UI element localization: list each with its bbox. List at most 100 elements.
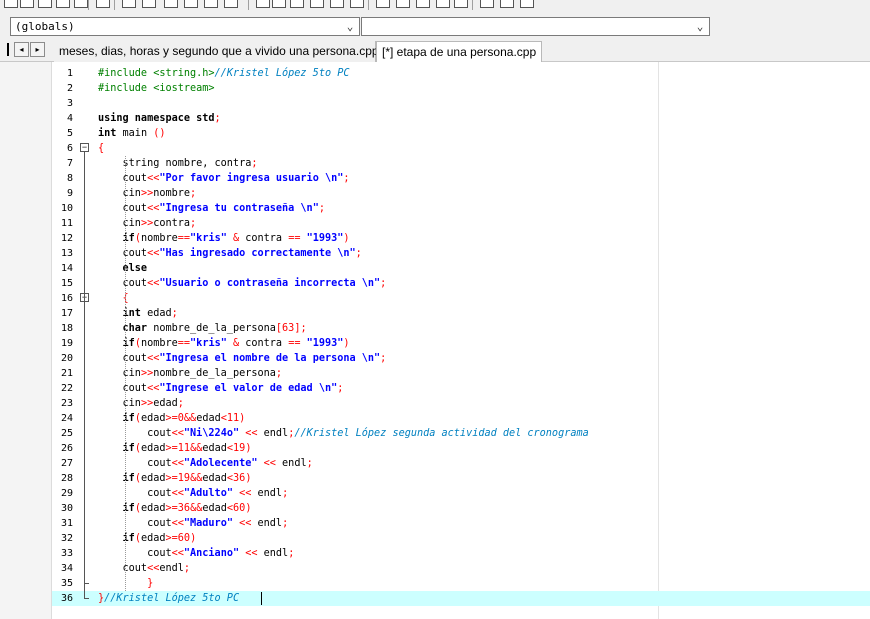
code-token: edad — [196, 413, 221, 424]
new-class-icon[interactable] — [396, 0, 410, 8]
code-line[interactable]: 8 cout<<"Por favor ingresa usuario \n"; — [52, 171, 870, 186]
rebuild-icon[interactable] — [310, 0, 324, 8]
code-token: ; — [306, 458, 313, 469]
code-token: && — [190, 473, 203, 484]
project-browser-panel[interactable] — [0, 62, 52, 619]
code-text: cin>>contra; — [98, 216, 197, 231]
code-token: ; — [190, 218, 197, 229]
code-token: "Anciano" — [183, 548, 240, 559]
code-token: endl — [257, 518, 283, 529]
tab-scroll-left-button[interactable]: ◂ — [14, 42, 29, 57]
replace-icon[interactable] — [184, 0, 198, 8]
code-token: int — [98, 128, 117, 139]
chart-icon[interactable] — [436, 0, 450, 8]
tab-meses-dias-horas[interactable]: meses, dias, horas y segundo que a vivid… — [54, 41, 379, 62]
code-token: cout — [98, 488, 172, 499]
delete-icon[interactable] — [454, 0, 468, 8]
project-icon[interactable] — [500, 0, 514, 8]
code-text: cout<<"Ingresa el nombre de la persona \… — [98, 351, 387, 366]
chevron-down-icon[interactable]: ⌄ — [693, 18, 707, 35]
class-icon[interactable] — [376, 0, 390, 8]
code-text: if(nombre=="kris" & contra == "1993") — [98, 231, 350, 246]
code-line[interactable]: 20 cout<<"Ingresa el nombre de la person… — [52, 351, 870, 366]
code-line[interactable]: 1 #include <string.h>//Kristel López 5to … — [52, 66, 870, 81]
undo-icon[interactable] — [122, 0, 136, 8]
chevron-down-icon[interactable]: ⌄ — [343, 18, 357, 35]
code-line[interactable]: 10 cout<<"Ingresa tu contraseña \n"; — [52, 201, 870, 216]
code-line[interactable]: 34 cout<<endl; — [52, 561, 870, 576]
tab-scroll-right-button[interactable]: ▸ — [30, 42, 45, 57]
code-line[interactable]: 26 if(edad>=11&&edad<19) — [52, 441, 870, 456]
goto-icon[interactable] — [224, 0, 238, 8]
code-token: edad — [202, 443, 227, 454]
code-line[interactable]: 9 cin>>nombre; — [52, 186, 870, 201]
code-line[interactable]: 35 } — [52, 576, 870, 591]
new-file-icon[interactable] — [4, 0, 18, 8]
help-icon[interactable] — [520, 0, 534, 8]
code-line[interactable]: 23 cin>>edad; — [52, 396, 870, 411]
code-token: ; — [318, 203, 325, 214]
line-number: 11 — [60, 218, 73, 229]
line-number: 1 — [66, 68, 73, 79]
code-line[interactable]: 16 {− — [52, 291, 870, 306]
code-token: edad — [140, 413, 166, 424]
code-text: cout<<"Usuario o contraseña incorrecta \… — [98, 276, 387, 291]
members-combo[interactable]: ⌄ — [361, 17, 710, 36]
save-all-icon[interactable] — [56, 0, 70, 8]
compile-icon[interactable] — [256, 0, 270, 8]
run-icon[interactable] — [272, 0, 286, 8]
code-line[interactable]: 29 cout<<"Adulto" << endl; — [52, 486, 870, 501]
stop-icon[interactable] — [350, 0, 364, 8]
code-line[interactable]: 12 if(nombre=="kris" & contra == "1993") — [52, 231, 870, 246]
line-number: 35 — [60, 578, 73, 589]
debug-icon[interactable] — [330, 0, 344, 8]
code-line[interactable]: 11 cin>>contra; — [52, 216, 870, 231]
code-lines[interactable]: 1 #include <string.h>//Kristel López 5to … — [52, 66, 870, 606]
code-line[interactable]: 17 int edad; — [52, 306, 870, 321]
code-line[interactable]: 3 — [52, 96, 870, 111]
compile-run-icon[interactable] — [290, 0, 304, 8]
save-icon[interactable] — [38, 0, 52, 8]
code-token: edad — [140, 308, 172, 319]
print-icon[interactable] — [96, 0, 110, 8]
code-line[interactable]: 5 int main () — [52, 126, 870, 141]
code-line[interactable]: 6 {− — [52, 141, 870, 156]
close-icon[interactable] — [74, 0, 88, 8]
code-line[interactable]: 32 if(edad>=60) — [52, 531, 870, 546]
code-line[interactable]: 27 cout<<"Adolecente" << endl; — [52, 456, 870, 471]
find-icon[interactable] — [164, 0, 178, 8]
code-token: >= — [165, 473, 178, 484]
code-token: 19 — [177, 473, 191, 484]
fold-toggle-icon[interactable]: − — [80, 143, 89, 152]
code-text: }//Kristel López 5to PC — [98, 591, 239, 606]
code-line[interactable]: 22 cout<<"Ingrese el valor de edad \n"; — [52, 381, 870, 396]
code-token: 60 — [177, 533, 191, 544]
code-line[interactable]: 24 if(edad>=0&&edad<11) — [52, 411, 870, 426]
globals-combo[interactable]: (globals) ⌄ — [10, 17, 360, 36]
toolbar-separator — [248, 0, 249, 10]
code-line[interactable]: 31 cout<<"Maduro" << endl; — [52, 516, 870, 531]
code-line[interactable]: 7 string nombre, contra; — [52, 156, 870, 171]
code-line[interactable]: 14 else — [52, 261, 870, 276]
open-file-icon[interactable] — [20, 0, 34, 8]
code-line[interactable]: 19 if(nombre=="kris" & contra == "1993") — [52, 336, 870, 351]
code-line[interactable]: 25 cout<<"Ni\224o" << endl;//Kristel Lóp… — [52, 426, 870, 441]
check-icon[interactable] — [416, 0, 430, 8]
code-line[interactable]: 21 cin>>nombre_de_la_persona; — [52, 366, 870, 381]
tab-etapa-de-una-persona[interactable]: [*] etapa de una persona.cpp — [376, 41, 542, 62]
code-line[interactable]: 33 cout<<"Anciano" << endl; — [52, 546, 870, 561]
code-line[interactable]: 4 using namespace std; — [52, 111, 870, 126]
code-line[interactable]: 28 if(edad>=19&&edad<36) — [52, 471, 870, 486]
window-icon[interactable] — [480, 0, 494, 8]
code-line[interactable]: 18 char nombre_de_la_persona[63]; — [52, 321, 870, 336]
line-number: 10 — [60, 203, 73, 214]
find-next-icon[interactable] — [204, 0, 218, 8]
code-line[interactable]: 30 if(edad>=36&&edad<60) — [52, 501, 870, 516]
code-line[interactable]: 2 #include <iostream> — [52, 81, 870, 96]
code-line[interactable]: 13 cout<<"Has ingresado correctamente \n… — [52, 246, 870, 261]
code-line[interactable]: 36}//Kristel López 5to PC — [52, 591, 870, 606]
code-text: else — [98, 261, 148, 276]
code-line[interactable]: 15 cout<<"Usuario o contraseña incorrect… — [52, 276, 870, 291]
code-token: cout — [98, 353, 148, 364]
redo-icon[interactable] — [142, 0, 156, 8]
